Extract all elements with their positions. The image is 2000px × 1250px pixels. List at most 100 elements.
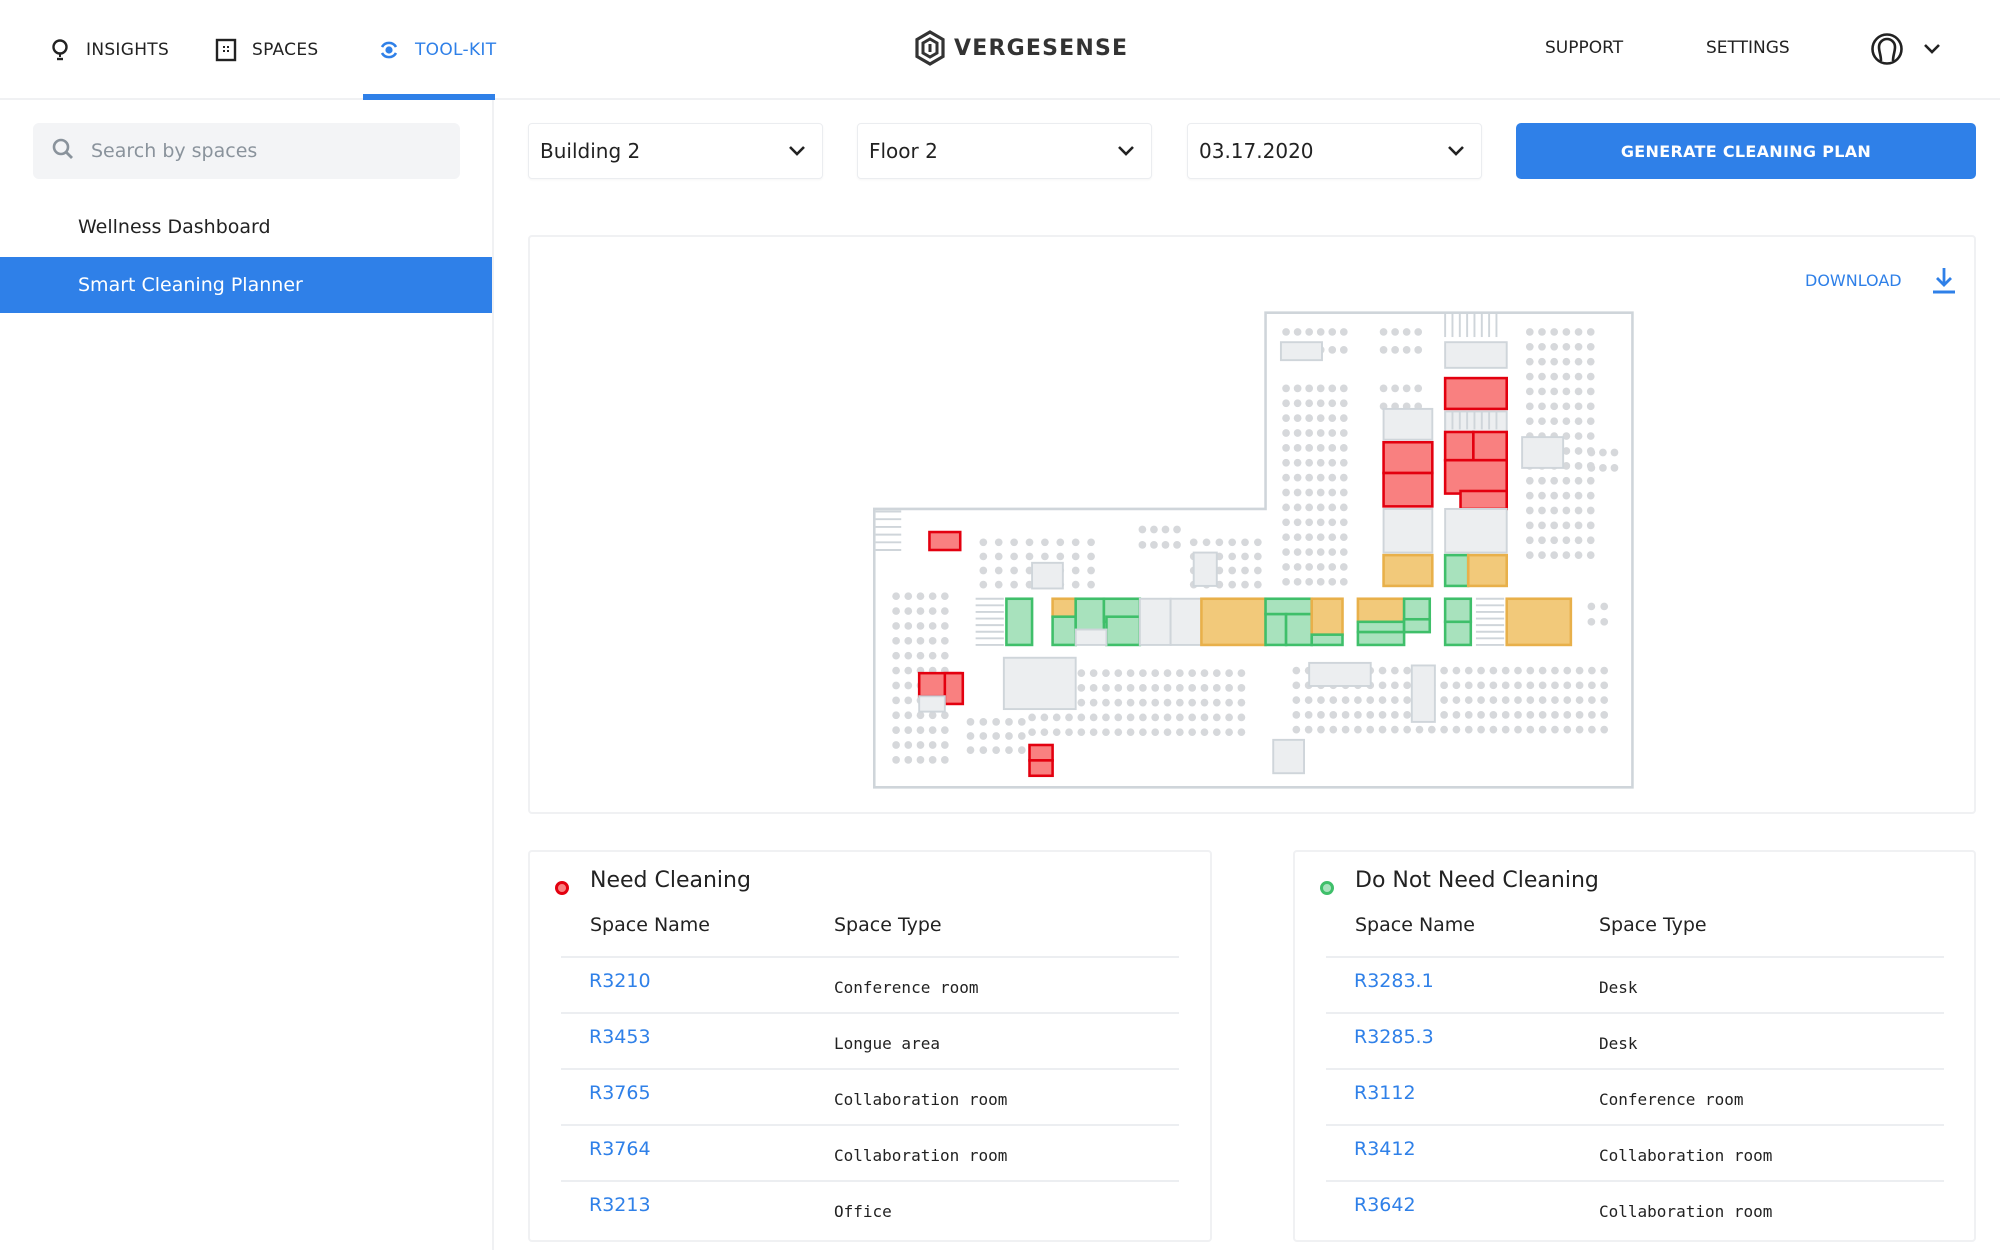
- desk-marker: [1562, 372, 1571, 381]
- desk-marker: [892, 666, 900, 675]
- space-name-link[interactable]: R3285.3: [1354, 1026, 1434, 1048]
- settings-link[interactable]: SETTINGS: [1706, 38, 1790, 58]
- room-neutral: [1444, 341, 1508, 369]
- floor-select[interactable]: Floor 2: [857, 123, 1152, 179]
- table-row[interactable]: R3764 Collaboration room: [561, 1126, 1179, 1182]
- space-name-link[interactable]: R3642: [1354, 1194, 1416, 1216]
- desk-marker: [1339, 384, 1348, 393]
- desk-marker: [916, 636, 925, 645]
- desk-marker: [1056, 552, 1065, 561]
- room-needs-cleaning: [928, 530, 962, 552]
- table-row[interactable]: R3112 Conference room: [1326, 1070, 1944, 1126]
- desk-marker: [992, 732, 1000, 740]
- desk-marker: [1587, 448, 1596, 457]
- table-row[interactable]: R3285.3 Desk: [1326, 1014, 1944, 1070]
- desk-marker: [1339, 473, 1348, 482]
- room-partial: [1356, 597, 1406, 624]
- space-name-link[interactable]: R3764: [589, 1138, 651, 1160]
- desk-marker: [892, 607, 900, 615]
- desk-marker: [1316, 563, 1325, 571]
- search-box[interactable]: [33, 123, 460, 179]
- table-row[interactable]: R3213 Office: [561, 1182, 1179, 1238]
- desk-marker: [1339, 577, 1348, 586]
- desk-marker: [1464, 696, 1473, 704]
- space-name-link[interactable]: R3453: [589, 1026, 651, 1048]
- nav-spaces[interactable]: SPACES: [214, 36, 319, 64]
- desk-marker: [1139, 669, 1147, 677]
- desk-marker: [1328, 458, 1337, 467]
- table-row[interactable]: R3412 Collaboration room: [1326, 1126, 1944, 1182]
- desk-marker: [1563, 681, 1572, 690]
- desk-marker: [892, 651, 900, 660]
- download-button[interactable]: DOWNLOAD: [1805, 265, 1958, 295]
- sidebar-item-smart-cleaning-planner[interactable]: Smart Cleaning Planner: [0, 257, 492, 313]
- nav-toolkit[interactable]: TOOL-KIT: [377, 36, 496, 64]
- desk-marker: [1391, 328, 1399, 336]
- desk-marker: [1188, 713, 1197, 722]
- space-name-link[interactable]: R3765: [589, 1082, 651, 1104]
- space-name-link[interactable]: R3283.1: [1354, 970, 1434, 992]
- desk-marker: [1538, 725, 1547, 734]
- space-type: Conference room: [834, 978, 979, 997]
- nav-insights[interactable]: INSIGHTS: [48, 36, 169, 64]
- column-header-space-name: Space Name: [1355, 914, 1475, 936]
- desk-marker: [1600, 617, 1609, 626]
- chevron-down-icon[interactable]: [1921, 40, 1943, 58]
- desk-marker: [1379, 328, 1388, 336]
- room-neutral: [1074, 628, 1108, 646]
- desk-marker: [1563, 710, 1572, 719]
- search-input[interactable]: [91, 140, 431, 162]
- table-row[interactable]: R3765 Collaboration room: [561, 1070, 1179, 1126]
- desk-marker: [1282, 577, 1290, 586]
- desk-marker: [1415, 725, 1424, 734]
- building-select[interactable]: Building 2: [528, 123, 823, 179]
- space-name-link[interactable]: R3210: [589, 970, 651, 992]
- desk-marker: [1339, 533, 1348, 542]
- desk-marker: [1550, 551, 1559, 559]
- desk-marker: [1339, 444, 1348, 452]
- date-select[interactable]: 03.17.2020: [1187, 123, 1482, 179]
- desk-marker: [1305, 458, 1314, 467]
- room-needs-cleaning: [1443, 376, 1508, 411]
- space-name-link[interactable]: R3213: [589, 1194, 651, 1216]
- desk-marker: [1077, 698, 1086, 707]
- desk-marker: [1574, 551, 1583, 559]
- desk-marker: [1562, 357, 1571, 366]
- generate-cleaning-plan-button[interactable]: GENERATE CLEANING PLAN: [1516, 123, 1976, 179]
- room-clean: [1356, 620, 1406, 634]
- desk-marker: [1339, 518, 1348, 527]
- table-row[interactable]: R3283.1 Desk: [1326, 958, 1944, 1014]
- sidebar-item-wellness-dashboard[interactable]: Wellness Dashboard: [0, 199, 492, 255]
- desk-marker: [1126, 698, 1135, 707]
- floor-plan-map[interactable]: [873, 311, 1635, 789]
- table-row[interactable]: R3453 Longue area: [561, 1014, 1179, 1070]
- desk-marker: [1586, 387, 1595, 396]
- desk-marker: [1126, 713, 1135, 722]
- desk-marker: [1574, 521, 1583, 530]
- space-name-link[interactable]: R3112: [1354, 1082, 1416, 1104]
- room-clean: [1264, 597, 1314, 616]
- desk-marker: [1328, 444, 1337, 452]
- desk-marker: [1586, 551, 1595, 559]
- desk-marker: [1316, 533, 1325, 542]
- desk-marker: [1304, 725, 1313, 734]
- desk-marker: [1293, 563, 1302, 571]
- user-avatar-icon[interactable]: [1870, 32, 1904, 66]
- vergesense-logo[interactable]: VERGESENSE: [914, 30, 1128, 66]
- space-name-link[interactable]: R3412: [1354, 1138, 1416, 1160]
- desk-marker: [1225, 728, 1233, 737]
- desk-marker: [1525, 372, 1534, 381]
- desk-marker: [1293, 458, 1302, 467]
- table-row[interactable]: R3642 Collaboration room: [1326, 1182, 1944, 1238]
- desk-marker: [1163, 684, 1172, 692]
- room-partial: [1310, 597, 1344, 636]
- desk-marker: [1077, 728, 1086, 737]
- support-link[interactable]: SUPPORT: [1545, 38, 1623, 58]
- desk-marker: [1237, 669, 1246, 677]
- desk-marker: [1538, 551, 1546, 559]
- desk-marker: [1339, 503, 1348, 512]
- table-row[interactable]: R3210 Conference room: [561, 958, 1179, 1014]
- desk-marker: [1126, 684, 1135, 692]
- lightbulb-icon: [48, 38, 72, 62]
- desk-marker: [1139, 684, 1147, 692]
